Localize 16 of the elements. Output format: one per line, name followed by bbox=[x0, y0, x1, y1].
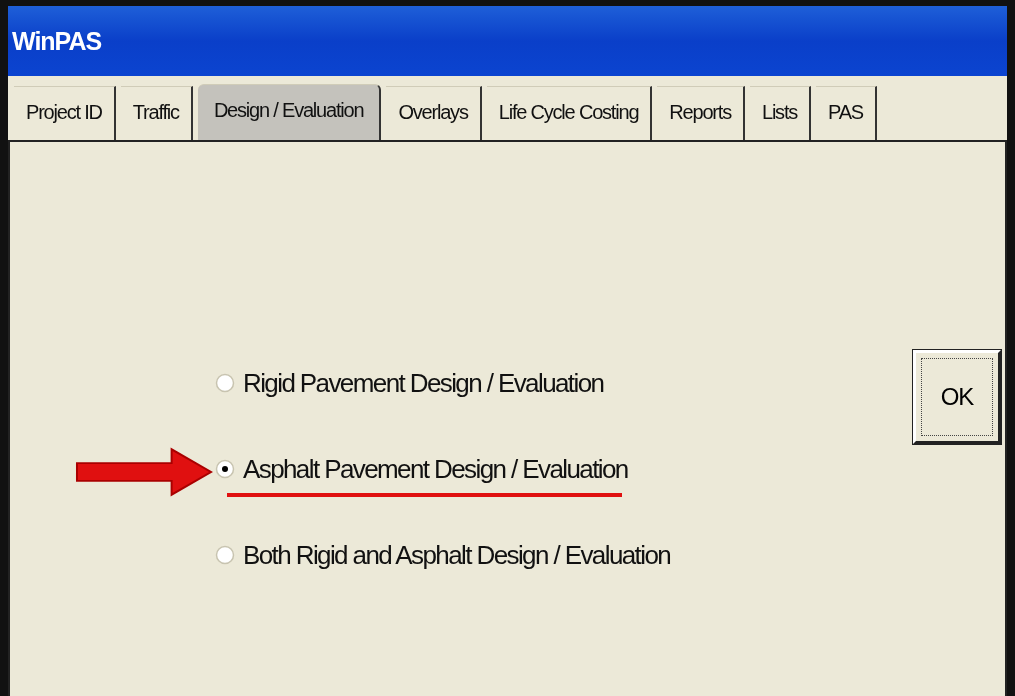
tab[interactable]: Design / Evaluation bbox=[197, 84, 382, 140]
option-label: Both Rigid and Asphalt Design / Evaluation bbox=[243, 539, 671, 571]
ok-button[interactable]: OK bbox=[913, 350, 1001, 444]
option-label: Rigid Pavement Design / Evaluation bbox=[243, 367, 604, 399]
tab[interactable]: PAS bbox=[816, 86, 877, 140]
radio-button[interactable] bbox=[215, 373, 235, 393]
tab[interactable]: Overlays bbox=[386, 86, 482, 140]
radio-button[interactable] bbox=[215, 459, 235, 479]
tab[interactable]: Lists bbox=[749, 86, 812, 140]
window-title: WinPAS bbox=[12, 26, 102, 56]
tab[interactable]: Project ID bbox=[14, 86, 116, 140]
tab[interactable]: Traffic bbox=[120, 86, 193, 140]
tab[interactable]: Reports bbox=[657, 86, 745, 140]
tab[interactable]: Life Cycle Costing bbox=[486, 86, 653, 140]
radio-button[interactable] bbox=[215, 545, 235, 565]
option-label: Asphalt Pavement Design / Evaluation bbox=[243, 453, 628, 485]
